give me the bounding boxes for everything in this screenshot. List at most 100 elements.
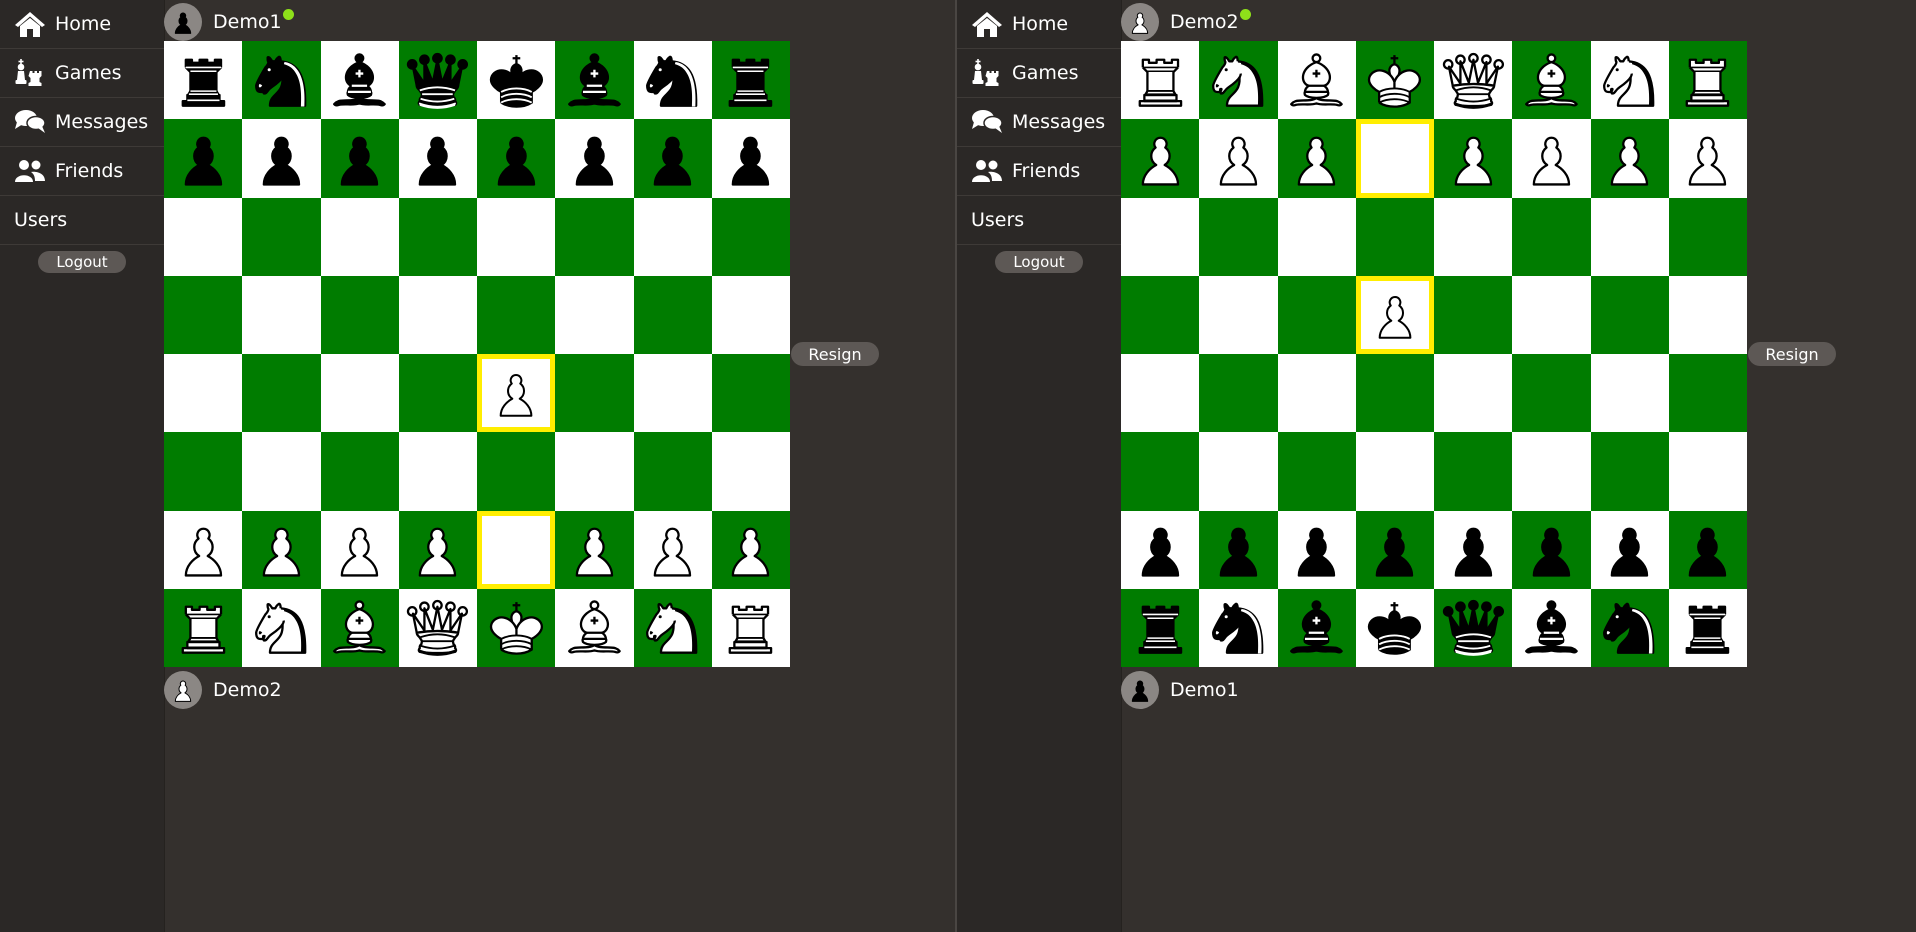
board-square[interactable]	[1199, 432, 1278, 511]
nav-item-games[interactable]: Games	[957, 49, 1121, 98]
board-square[interactable]	[1121, 41, 1200, 120]
logout-button[interactable]: Logout	[995, 251, 1083, 273]
board-square[interactable]	[633, 197, 712, 276]
board-square[interactable]	[164, 510, 243, 589]
board-square[interactable]	[1434, 197, 1513, 276]
board-square[interactable]	[1121, 197, 1200, 276]
nav-item-messages[interactable]: Messages	[0, 98, 164, 147]
board-square[interactable]	[1590, 197, 1669, 276]
board-square[interactable]	[164, 197, 243, 276]
white-pawn-icon[interactable]	[242, 511, 320, 589]
black-pawn-icon[interactable]	[555, 119, 633, 197]
board-square[interactable]	[1199, 510, 1278, 589]
board-square[interactable]	[1277, 354, 1356, 433]
black-pawn-icon[interactable]	[399, 119, 477, 197]
white-pawn-icon[interactable]	[1199, 119, 1277, 197]
black-queen-icon[interactable]	[399, 41, 477, 119]
board-square[interactable]	[1590, 119, 1669, 198]
board-square[interactable]	[1277, 41, 1356, 120]
board-square[interactable]	[1277, 119, 1356, 198]
black-pawn-icon[interactable]	[1356, 511, 1434, 589]
board-square[interactable]	[477, 197, 556, 276]
white-pawn-icon[interactable]	[482, 359, 550, 427]
board-square[interactable]	[711, 588, 790, 667]
black-pawn-icon[interactable]	[1278, 511, 1356, 589]
board-square[interactable]	[164, 432, 243, 511]
white-pawn-icon[interactable]	[321, 511, 399, 589]
board-square[interactable]	[398, 510, 477, 589]
board-square[interactable]	[1355, 510, 1434, 589]
board-square[interactable]	[398, 588, 477, 667]
chess-board[interactable]	[1121, 41, 1747, 667]
board-square[interactable]	[633, 588, 712, 667]
board-square[interactable]	[1355, 197, 1434, 276]
white-pawn-icon[interactable]	[1591, 119, 1669, 197]
white-queen-icon[interactable]	[1434, 41, 1512, 119]
white-bishop-icon[interactable]	[1512, 41, 1590, 119]
resign-button[interactable]: Resign	[791, 342, 879, 366]
black-pawn-icon[interactable]	[1591, 511, 1669, 589]
board-square[interactable]	[242, 41, 321, 120]
board-square[interactable]	[1199, 354, 1278, 433]
white-rook-icon[interactable]	[712, 589, 790, 667]
black-rook-icon[interactable]	[164, 41, 242, 119]
avatar[interactable]	[1121, 3, 1159, 41]
board-square[interactable]	[555, 354, 634, 433]
white-king-icon[interactable]	[477, 589, 555, 667]
board-square[interactable]	[1512, 432, 1591, 511]
board-square[interactable]	[1199, 275, 1278, 354]
board-square[interactable]	[1590, 354, 1669, 433]
board-square[interactable]	[1121, 432, 1200, 511]
player-name[interactable]: Demo1	[1170, 679, 1239, 701]
black-knight-icon[interactable]	[242, 41, 320, 119]
board-square[interactable]	[1434, 510, 1513, 589]
board-square[interactable]	[164, 354, 243, 433]
black-knight-icon[interactable]	[1199, 589, 1277, 667]
board-square[interactable]	[477, 41, 556, 120]
board-square[interactable]	[242, 275, 321, 354]
board-square[interactable]	[1434, 354, 1513, 433]
board-square[interactable]	[1199, 197, 1278, 276]
black-king-icon[interactable]	[1356, 589, 1434, 667]
board-square[interactable]	[1434, 275, 1513, 354]
white-bishop-icon[interactable]	[555, 589, 633, 667]
white-pawn-icon[interactable]	[634, 511, 712, 589]
board-square[interactable]	[398, 432, 477, 511]
board-square[interactable]	[477, 354, 556, 433]
board-square[interactable]	[633, 41, 712, 120]
board-square[interactable]	[1512, 588, 1591, 667]
black-pawn-icon[interactable]	[164, 119, 242, 197]
board-square[interactable]	[633, 510, 712, 589]
nav-item-home[interactable]: Home	[0, 0, 164, 49]
board-square[interactable]	[164, 119, 243, 198]
black-rook-icon[interactable]	[1669, 589, 1747, 667]
board-square[interactable]	[1668, 354, 1747, 433]
black-pawn-icon[interactable]	[477, 119, 555, 197]
black-king-icon[interactable]	[477, 41, 555, 119]
board-square[interactable]	[1277, 275, 1356, 354]
board-square[interactable]	[1590, 432, 1669, 511]
board-square[interactable]	[711, 41, 790, 120]
nav-item-friends[interactable]: Friends	[0, 147, 164, 196]
board-square[interactable]	[320, 432, 399, 511]
board-square[interactable]	[477, 432, 556, 511]
nav-item-users[interactable]: Users	[0, 196, 164, 245]
black-pawn-icon[interactable]	[1434, 511, 1512, 589]
board-square[interactable]	[1512, 510, 1591, 589]
board-square[interactable]	[242, 588, 321, 667]
nav-item-messages[interactable]: Messages	[957, 98, 1121, 147]
board-square[interactable]	[1355, 588, 1434, 667]
board-square[interactable]	[711, 510, 790, 589]
board-square[interactable]	[320, 41, 399, 120]
board-square[interactable]	[1668, 197, 1747, 276]
black-pawn-icon[interactable]	[634, 119, 712, 197]
board-square[interactable]	[1434, 432, 1513, 511]
board-square[interactable]	[1512, 41, 1591, 120]
board-square[interactable]	[1199, 41, 1278, 120]
board-square[interactable]	[1121, 275, 1200, 354]
board-square[interactable]	[398, 354, 477, 433]
board-square[interactable]	[477, 510, 556, 589]
board-square[interactable]	[1277, 197, 1356, 276]
board-square[interactable]	[242, 197, 321, 276]
black-knight-icon[interactable]	[634, 41, 712, 119]
